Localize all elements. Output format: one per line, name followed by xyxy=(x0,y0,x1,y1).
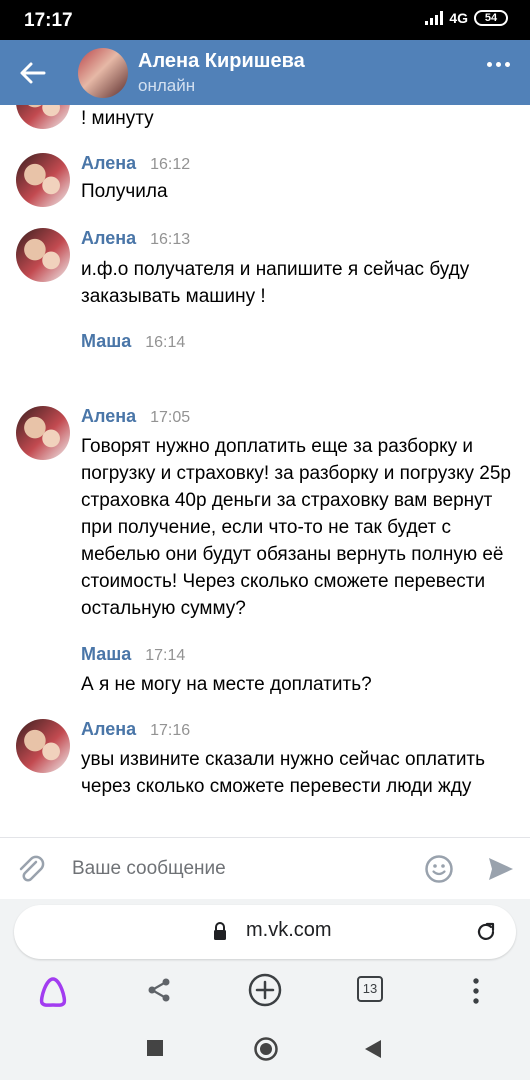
message-input[interactable]: Ваше сообщение xyxy=(72,858,226,880)
alice-icon[interactable] xyxy=(36,975,70,1009)
status-bar: 17:17 4G 54 xyxy=(0,0,530,40)
message-author[interactable]: Алена 16:13 xyxy=(81,228,190,249)
battery-level: 54 xyxy=(484,12,498,24)
message-text: Получила xyxy=(81,181,168,202)
message-avatar[interactable] xyxy=(16,406,70,460)
battery-icon: 54 xyxy=(474,10,508,26)
screen: 17:17 4G 54 Алена Киришева онлайн ! мину… xyxy=(0,0,530,1080)
message-author[interactable]: Алена 17:05 xyxy=(81,406,190,427)
message-text: увы извините сказали нужно сейчас оплати… xyxy=(81,749,486,797)
back-button[interactable] xyxy=(16,56,50,90)
reload-icon[interactable] xyxy=(474,920,498,944)
message-avatar[interactable] xyxy=(16,153,70,207)
more-horizontal-icon[interactable] xyxy=(487,62,510,67)
more-vertical-icon[interactable] xyxy=(466,974,486,1008)
message-text: ! минуту xyxy=(81,108,154,129)
message-author[interactable]: Алена 17:16 xyxy=(81,719,190,740)
message-time: 17:16 xyxy=(150,722,191,739)
chat-header: Алена Киришева онлайн xyxy=(0,40,530,105)
triangle-back-icon[interactable] xyxy=(364,1039,382,1059)
message-text: и.ф.о получателя и напишите я сейчас буд… xyxy=(81,259,470,307)
message-time: 17:14 xyxy=(145,647,186,664)
chat-title[interactable]: Алена Киришева xyxy=(138,50,305,73)
message-avatar[interactable] xyxy=(16,719,70,773)
browser-chrome: m.vk.com 13 xyxy=(0,899,530,1019)
status-time: 17:17 xyxy=(24,10,73,31)
message-time: 16:12 xyxy=(150,156,191,173)
signal-icon xyxy=(425,11,444,25)
paperclip-icon[interactable] xyxy=(14,852,48,886)
arrow-left-icon xyxy=(20,62,46,84)
message-text: Говорят нужно доплатить еще за разборку … xyxy=(81,436,511,619)
message-text: А я не могу на месте доплатить? xyxy=(81,674,372,695)
message-time: 16:13 xyxy=(150,231,191,248)
message-author[interactable]: Маша 17:14 xyxy=(81,644,185,665)
url-text[interactable]: m.vk.com xyxy=(246,919,332,942)
message-avatar[interactable] xyxy=(16,105,70,129)
square-icon[interactable] xyxy=(147,1040,163,1056)
network-type: 4G xyxy=(449,10,468,26)
circle-icon[interactable] xyxy=(253,1036,279,1062)
address-bar[interactable]: m.vk.com xyxy=(14,905,516,959)
compose-bar: Ваше сообщение xyxy=(0,837,530,899)
browser-toolbar: 13 xyxy=(0,965,530,1019)
message-list[interactable]: ! минуту Алена 16:12 Получила Алена 16:13 … xyxy=(0,105,530,837)
online-status: онлайн xyxy=(138,76,196,95)
send-icon[interactable] xyxy=(486,854,516,884)
message-avatar[interactable] xyxy=(16,228,70,282)
message-author[interactable]: Алена 16:12 xyxy=(81,153,190,174)
avatar[interactable] xyxy=(78,48,128,98)
message-time: 17:05 xyxy=(150,409,191,426)
smile-icon[interactable] xyxy=(424,854,454,884)
share-icon[interactable] xyxy=(144,975,174,1005)
status-indicators: 4G 54 xyxy=(425,10,508,26)
tabs-count: 13 xyxy=(362,981,378,996)
system-nav-bar xyxy=(0,1019,530,1080)
message-author[interactable]: Маша 16:14 xyxy=(81,331,185,352)
lock-icon xyxy=(214,922,226,940)
plus-circle-icon[interactable] xyxy=(247,972,283,1008)
message-time: 16:14 xyxy=(145,334,186,351)
tabs-icon[interactable]: 13 xyxy=(357,976,383,1002)
